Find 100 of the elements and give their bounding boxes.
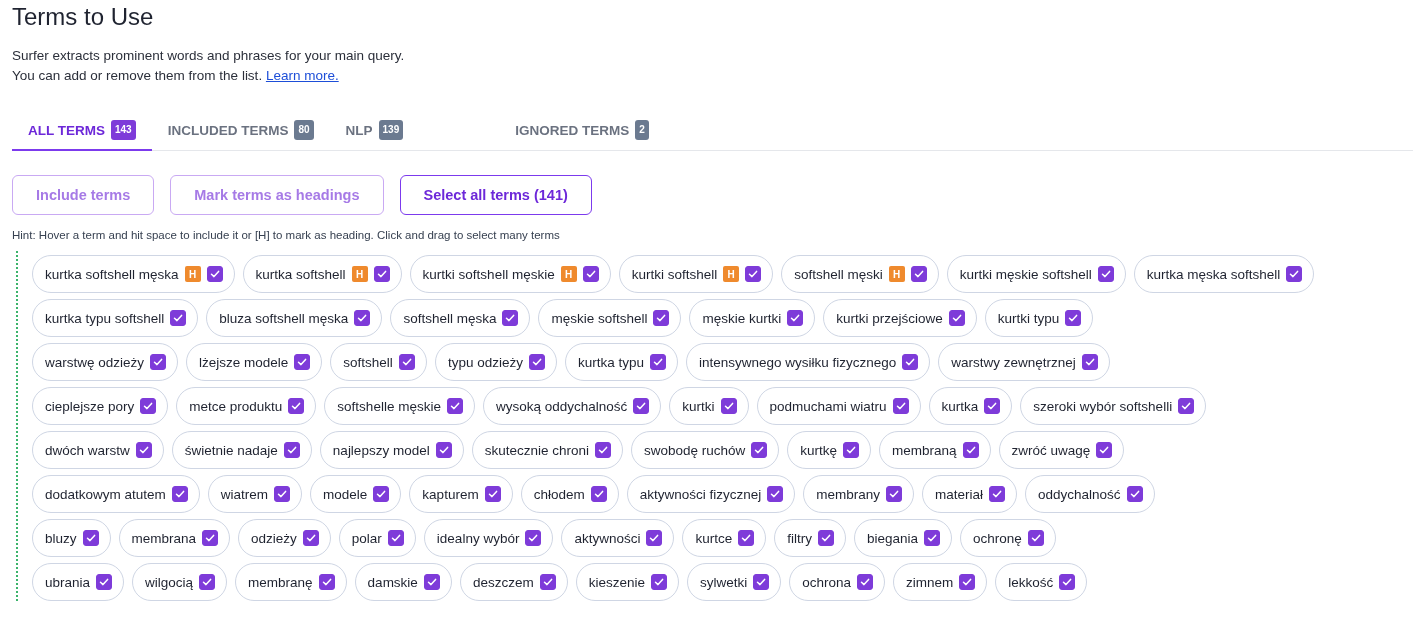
checkbox[interactable] xyxy=(720,398,737,414)
term-chip[interactable]: kurtka typu xyxy=(564,343,678,381)
term-chip[interactable]: membraną xyxy=(879,431,991,469)
checkbox[interactable] xyxy=(135,442,152,458)
tab[interactable]: NLP 139 xyxy=(329,112,420,151)
term-chip[interactable]: zwróć uwagę xyxy=(998,431,1125,469)
checkbox[interactable] xyxy=(1081,354,1098,370)
term-chip[interactable]: membrany xyxy=(803,475,914,513)
term-chip[interactable]: softshell męski H xyxy=(781,255,939,293)
term-chip[interactable]: softshell męska xyxy=(390,299,531,337)
checkbox[interactable] xyxy=(171,486,188,502)
checkbox[interactable] xyxy=(984,398,1001,414)
checkbox[interactable] xyxy=(582,266,599,282)
term-chip[interactable]: idealny wybór xyxy=(423,519,554,557)
term-chip[interactable]: lżejsze modele xyxy=(186,343,323,381)
checkbox[interactable] xyxy=(288,398,305,414)
checkbox[interactable] xyxy=(1096,442,1113,458)
term-chip[interactable]: bluzy xyxy=(32,519,111,557)
checkbox[interactable] xyxy=(484,486,501,502)
term-chip[interactable]: polar xyxy=(338,519,416,557)
term-chip[interactable]: kurtki xyxy=(669,387,749,425)
checkbox[interactable] xyxy=(751,442,768,458)
checkbox[interactable] xyxy=(843,442,860,458)
term-chip[interactable]: skutecznie chroni xyxy=(471,431,623,469)
checkbox[interactable] xyxy=(170,310,187,326)
checkbox[interactable] xyxy=(502,310,519,326)
term-chip[interactable]: świetnie nadaje xyxy=(171,431,312,469)
checkbox[interactable] xyxy=(910,266,927,282)
term-chip[interactable]: wilgocią xyxy=(132,563,228,601)
checkbox[interactable] xyxy=(283,442,300,458)
term-chip[interactable]: ochronę xyxy=(960,519,1056,557)
checkbox[interactable] xyxy=(525,530,542,546)
term-chip[interactable]: męskie softshell xyxy=(538,299,682,337)
term-chip[interactable]: swobodę ruchów xyxy=(631,431,780,469)
term-chip[interactable]: damskie xyxy=(354,563,452,601)
term-chip[interactable]: kurtka softshell H xyxy=(242,255,402,293)
term-chip[interactable]: cieplejsze pory xyxy=(32,387,169,425)
checkbox[interactable] xyxy=(649,354,666,370)
checkbox[interactable] xyxy=(886,486,902,502)
checkbox[interactable] xyxy=(753,574,770,590)
term-chip[interactable]: oddychalność xyxy=(1025,475,1155,513)
tab[interactable]: ALL TERMS 143 xyxy=(12,112,152,151)
term-chip[interactable]: wysoką oddychalność xyxy=(482,387,662,425)
term-chip[interactable]: biegania xyxy=(853,519,952,557)
checkbox[interactable] xyxy=(435,442,452,458)
term-chip[interactable]: softshell xyxy=(330,343,427,381)
term-chip[interactable]: kurtki softshell H xyxy=(618,255,774,293)
checkbox[interactable] xyxy=(959,574,976,590)
term-chip[interactable]: deszczem xyxy=(459,563,568,601)
term-chip[interactable]: intensywnego wysiłku fizycznego xyxy=(685,343,931,381)
checkbox[interactable] xyxy=(1126,486,1143,502)
checkbox[interactable] xyxy=(1097,266,1114,282)
term-chip[interactable]: dodatkowym atutem xyxy=(32,475,200,513)
tab[interactable]: IGNORED TERMS 2 xyxy=(499,112,665,151)
checkbox[interactable] xyxy=(1027,530,1044,546)
term-chip[interactable]: ubrania xyxy=(32,563,125,601)
checkbox[interactable] xyxy=(787,310,804,326)
checkbox[interactable] xyxy=(902,354,919,370)
checkbox[interactable] xyxy=(633,398,650,414)
term-chip[interactable]: najlepszy model xyxy=(319,431,464,469)
checkbox[interactable] xyxy=(590,486,607,502)
term-chip[interactable]: kurtki przejściowe xyxy=(823,299,977,337)
checkbox[interactable] xyxy=(294,354,311,370)
term-chip[interactable]: ochrona xyxy=(789,563,885,601)
term-chip[interactable]: aktywności xyxy=(561,519,675,557)
checkbox[interactable] xyxy=(857,574,873,590)
checkbox[interactable] xyxy=(302,530,319,546)
checkbox[interactable] xyxy=(817,530,834,546)
checkbox[interactable] xyxy=(82,530,99,546)
checkbox[interactable] xyxy=(948,310,965,326)
term-chip[interactable]: chłodem xyxy=(520,475,619,513)
checkbox[interactable] xyxy=(1286,266,1303,282)
term-chip[interactable]: podmuchami wiatru xyxy=(756,387,921,425)
term-chip[interactable]: dwóch warstw xyxy=(32,431,164,469)
term-chip[interactable]: modele xyxy=(310,475,402,513)
checkbox[interactable] xyxy=(150,354,167,370)
term-chip[interactable]: kieszenie xyxy=(575,563,679,601)
term-chip[interactable]: kurtkę xyxy=(787,431,872,469)
term-chip[interactable]: membrana xyxy=(118,519,231,557)
term-chip[interactable]: lekkość xyxy=(995,563,1088,601)
term-chip[interactable]: kurtki softshell męskie H xyxy=(409,255,611,293)
checkbox[interactable] xyxy=(387,530,404,546)
action-button[interactable]: Select all terms (141) xyxy=(399,175,592,215)
term-chip[interactable]: zimnem xyxy=(893,563,988,601)
checkbox[interactable] xyxy=(767,486,784,502)
term-chip[interactable]: warstwy zewnętrznej xyxy=(938,343,1110,381)
checkbox[interactable] xyxy=(528,354,545,370)
checkbox[interactable] xyxy=(962,442,979,458)
checkbox[interactable] xyxy=(1065,310,1082,326)
checkbox[interactable] xyxy=(354,310,371,326)
term-chip[interactable]: metce produktu xyxy=(176,387,317,425)
tab[interactable]: INCLUDED TERMS 80 xyxy=(151,112,330,151)
term-chip[interactable]: kurtki męskie softshell xyxy=(946,255,1126,293)
term-chip[interactable]: kurtka typu softshell xyxy=(32,299,199,337)
term-chip[interactable]: materiał xyxy=(922,475,1017,513)
checkbox[interactable] xyxy=(1059,574,1076,590)
checkbox[interactable] xyxy=(892,398,909,414)
term-chip[interactable]: odzieży xyxy=(238,519,331,557)
checkbox[interactable] xyxy=(1178,398,1195,414)
checkbox[interactable] xyxy=(423,574,440,590)
